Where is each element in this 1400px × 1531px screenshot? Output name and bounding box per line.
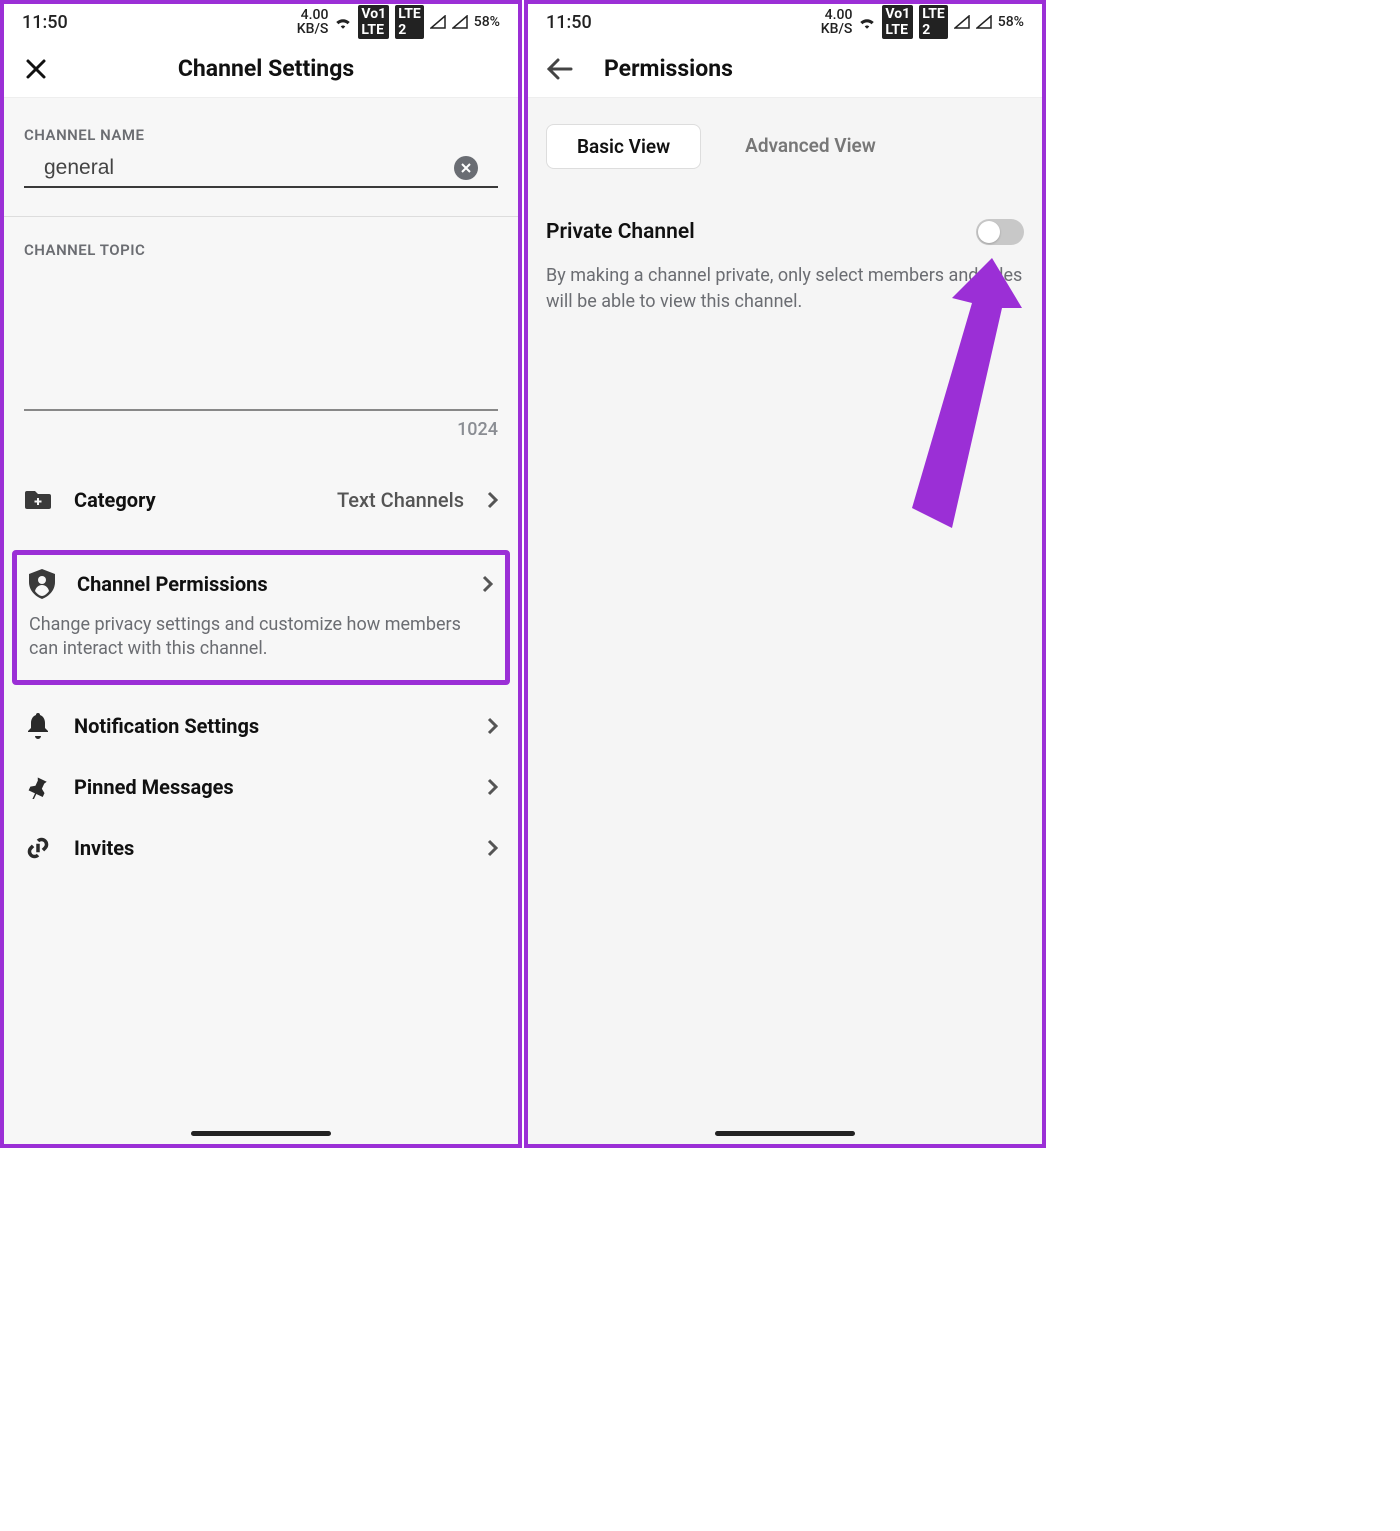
page-title: Permissions bbox=[604, 55, 733, 82]
private-channel-row: Private Channel bbox=[546, 219, 1024, 245]
phone-left: 11:50 4.00 KB/S Vo1LTE LTE2 58% Channel … bbox=[0, 0, 522, 1148]
top-bar-right: Permissions bbox=[528, 40, 1042, 98]
topic-char-counter: 1024 bbox=[4, 415, 518, 470]
lte-badge-1: Vo1LTE bbox=[358, 5, 389, 39]
private-channel-label: Private Channel bbox=[546, 220, 695, 244]
notifications-label: Notification Settings bbox=[74, 714, 464, 738]
pinned-messages-row[interactable]: Pinned Messages bbox=[4, 757, 518, 817]
channel-name-label: CHANNEL NAME bbox=[4, 98, 518, 156]
signal-icon-2 bbox=[976, 15, 992, 29]
battery-text: 58% bbox=[998, 14, 1024, 30]
clear-input-icon[interactable] bbox=[454, 156, 478, 180]
lte-badge-2: LTE2 bbox=[919, 5, 948, 39]
channel-name-input[interactable] bbox=[44, 156, 454, 180]
permissions-label: Channel Permissions bbox=[77, 572, 459, 596]
folder-plus-icon bbox=[24, 489, 52, 511]
shield-user-icon bbox=[29, 569, 55, 599]
notification-settings-row[interactable]: Notification Settings bbox=[4, 695, 518, 757]
status-bar: 11:50 4.00 KB/S Vo1LTE LTE2 58% bbox=[528, 4, 1042, 40]
chevron-right-icon bbox=[486, 778, 498, 796]
lte-badge-2: LTE2 bbox=[395, 5, 424, 39]
wifi-icon bbox=[334, 15, 352, 29]
invites-label: Invites bbox=[74, 836, 464, 860]
channel-topic-input[interactable] bbox=[24, 281, 498, 411]
status-bar: 11:50 4.00 KB/S Vo1LTE LTE2 58% bbox=[4, 4, 518, 40]
bell-icon bbox=[24, 713, 52, 739]
status-time: 11:50 bbox=[546, 12, 592, 33]
signal-icon-2 bbox=[452, 15, 468, 29]
nav-pill bbox=[191, 1131, 331, 1136]
status-icons: 4.00 KB/S Vo1LTE LTE2 58% bbox=[821, 5, 1024, 39]
battery-text: 58% bbox=[474, 14, 500, 30]
close-icon[interactable] bbox=[22, 55, 50, 83]
signal-icon-1 bbox=[954, 15, 970, 29]
private-channel-toggle[interactable] bbox=[976, 219, 1024, 245]
page-title: Channel Settings bbox=[72, 55, 460, 82]
chevron-right-icon bbox=[481, 575, 493, 593]
category-label: Category bbox=[74, 488, 315, 512]
view-toggle: Basic View Advanced View bbox=[546, 124, 1024, 169]
back-icon[interactable] bbox=[546, 55, 574, 83]
signal-icon-1 bbox=[430, 15, 446, 29]
chevron-right-icon bbox=[486, 717, 498, 735]
chevron-right-icon bbox=[486, 839, 498, 857]
toggle-knob bbox=[978, 221, 1000, 243]
category-value: Text Channels bbox=[337, 488, 464, 512]
link-icon bbox=[24, 835, 52, 861]
status-time: 11:50 bbox=[22, 12, 68, 33]
tab-advanced-view[interactable]: Advanced View bbox=[715, 124, 906, 169]
top-bar-left: Channel Settings bbox=[4, 40, 518, 98]
channel-topic-label: CHANNEL TOPIC bbox=[4, 227, 518, 271]
pinned-label: Pinned Messages bbox=[74, 775, 464, 799]
pin-icon bbox=[24, 775, 52, 799]
channel-permissions-row[interactable]: Channel Permissions Change privacy setti… bbox=[12, 550, 510, 685]
lte-badge-1: Vo1LTE bbox=[882, 5, 913, 39]
wifi-icon bbox=[858, 15, 876, 29]
private-channel-description: By making a channel private, only select… bbox=[546, 263, 1024, 315]
phone-right: 11:50 4.00 KB/S Vo1LTE LTE2 58% Permissi… bbox=[524, 0, 1046, 1148]
tab-basic-view[interactable]: Basic View bbox=[546, 124, 701, 169]
nav-pill bbox=[715, 1131, 855, 1136]
category-row[interactable]: Category Text Channels bbox=[4, 470, 518, 530]
permissions-description: Change privacy settings and customize ho… bbox=[29, 613, 493, 662]
chevron-right-icon bbox=[486, 491, 498, 509]
invites-row[interactable]: Invites bbox=[4, 817, 518, 879]
status-icons: 4.00 KB/S Vo1LTE LTE2 58% bbox=[297, 5, 500, 39]
